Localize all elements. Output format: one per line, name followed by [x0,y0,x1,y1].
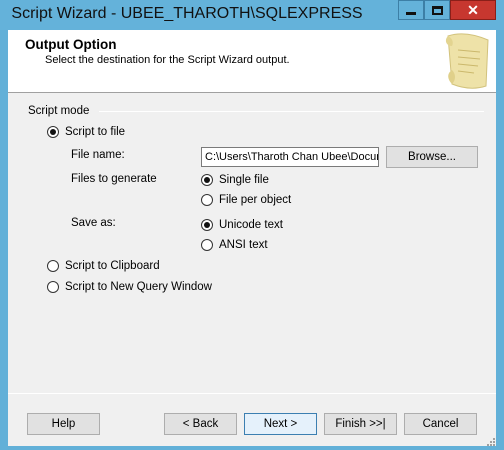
radio-checked-icon [47,126,59,138]
page-title: Output Option [25,37,117,52]
script-to-query-window-label: Script to New Query Window [65,281,212,293]
radio-unchecked-icon [47,260,59,272]
unicode-text-label: Unicode text [219,219,283,231]
dialog-body: Output Option Select the destination for… [8,30,496,446]
page-subtitle: Select the destination for the Script Wi… [45,54,290,66]
radio-unchecked-icon [201,239,213,251]
browse-button[interactable]: Browse... [386,146,478,168]
close-icon: ✕ [467,1,479,18]
minimize-button[interactable] [398,0,424,20]
script-mode-group-label: Script mode [28,105,90,117]
script-to-query-window-radio[interactable]: Script to New Query Window [47,281,212,293]
radio-checked-icon [201,174,213,186]
save-as-label: Save as: [71,217,116,229]
finish-button[interactable]: Finish >>| [324,413,397,435]
file-per-object-label: File per object [219,194,292,206]
wizard-header: Output Option Select the destination for… [8,30,496,93]
script-to-file-label: Script to file [65,126,126,138]
file-name-input[interactable]: C:\Users\Tharoth Chan Ubee\Documents\scr… [201,147,379,167]
script-to-clipboard-label: Script to Clipboard [65,260,160,272]
scroll-icon [445,33,489,89]
unicode-text-radio[interactable]: Unicode text [201,219,283,231]
script-to-clipboard-radio[interactable]: Script to Clipboard [47,260,160,272]
file-name-label: File name: [71,149,125,161]
minimize-icon [406,11,416,15]
back-button[interactable]: < Back [164,413,237,435]
maximize-button[interactable] [424,0,450,20]
radio-checked-icon [201,219,213,231]
script-to-file-radio[interactable]: Script to file [47,126,125,138]
ansi-text-label: ANSI text [219,239,268,251]
close-button[interactable]: ✕ [450,0,496,20]
resize-grip-icon[interactable] [486,438,495,446]
maximize-icon [431,5,443,15]
radio-unchecked-icon [201,194,213,206]
window-title: Script Wizard - UBEE_THAROTH\SQLEXPRESS [11,5,363,22]
next-button[interactable]: Next > [244,413,317,435]
title-bar[interactable]: Script Wizard - UBEE_THAROTH\SQLEXPRESS … [0,0,504,30]
group-divider [99,111,484,112]
radio-unchecked-icon [47,281,59,293]
footer-divider [8,393,496,394]
single-file-label: Single file [219,174,269,186]
files-to-generate-label: Files to generate [71,173,157,185]
ansi-text-radio[interactable]: ANSI text [201,239,268,251]
single-file-radio[interactable]: Single file [201,174,269,186]
help-button[interactable]: Help [27,413,100,435]
cancel-button[interactable]: Cancel [404,413,477,435]
file-per-object-radio[interactable]: File per object [201,194,291,206]
